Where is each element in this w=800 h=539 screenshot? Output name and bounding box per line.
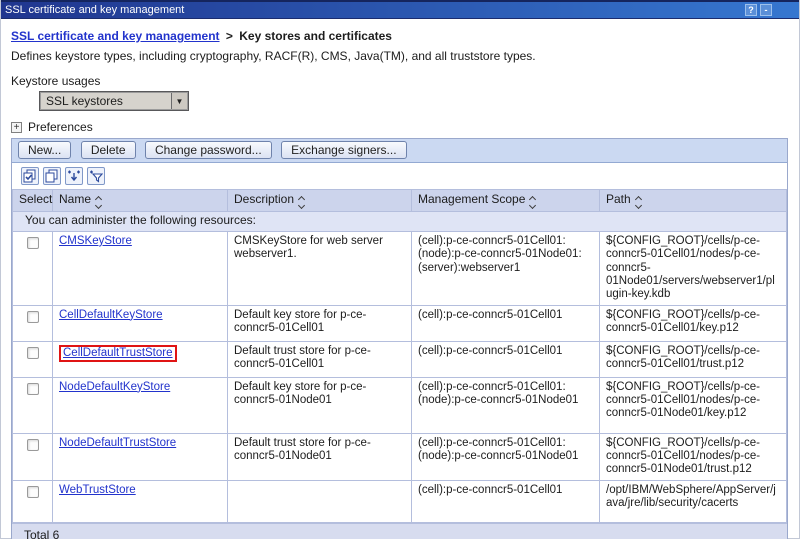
- cell-management-scope: (cell):p-ce-conncr5-01Cell01:(node):p-ce…: [412, 377, 600, 433]
- cell-path: ${CONFIG_ROOT}/cells/p-ce-conncr5-01Cell…: [600, 305, 787, 341]
- table-caption: You can administer the following resourc…: [13, 212, 787, 232]
- cell-description: [228, 480, 412, 522]
- cell-path: ${CONFIG_ROOT}/cells/p-ce-conncr5-01Cell…: [600, 433, 787, 480]
- row-checkbox[interactable]: [27, 439, 39, 451]
- table-icon-bar: [12, 163, 787, 189]
- table-total: Total 6: [12, 523, 787, 539]
- show-filter-icon[interactable]: [65, 167, 83, 185]
- cell-management-scope: (cell):p-ce-conncr5-01Cell01: [412, 341, 600, 377]
- breadcrumb: SSL certificate and key management > Key…: [11, 29, 799, 43]
- portlet-content: SSL certificate and key management > Key…: [1, 19, 799, 539]
- breadcrumb-link-ssl-management[interactable]: SSL certificate and key management: [11, 29, 220, 43]
- cell-description: Default trust store for p-ce-conncr5-01N…: [228, 433, 412, 480]
- row-checkbox[interactable]: [27, 237, 39, 249]
- column-header-select: Select: [13, 190, 53, 212]
- expand-icon[interactable]: +: [11, 122, 22, 133]
- table-caption-row: You can administer the following resourc…: [13, 212, 787, 232]
- cell-path: ${CONFIG_ROOT}/cells/p-ce-conncr5-01Cell…: [600, 231, 787, 305]
- table-row: CellDefaultKeyStore Default key store fo…: [13, 305, 787, 341]
- help-button[interactable]: ?: [745, 4, 757, 16]
- keystore-usages-label: Keystore usages: [11, 74, 799, 88]
- titlebar-buttons: ? -: [745, 4, 772, 16]
- sort-icon[interactable]: [299, 197, 304, 208]
- cell-description: Default key store for p-ce-conncr5-01Cel…: [228, 305, 412, 341]
- table-row: CellDefaultTrustStore Default trust stor…: [13, 341, 787, 377]
- row-checkbox[interactable]: [27, 486, 39, 498]
- row-checkbox[interactable]: [27, 311, 39, 323]
- table-row: NodeDefaultKeyStore Default key store fo…: [13, 377, 787, 433]
- delete-button[interactable]: Delete: [81, 141, 136, 159]
- keystore-table-block: New... Delete Change password... Exchang…: [11, 138, 788, 539]
- column-header-name: Name: [53, 190, 228, 212]
- keystore-link-celldefaulttruststore-highlighted[interactable]: CellDefaultTrustStore: [59, 345, 177, 362]
- keystore-link-webtruststore[interactable]: WebTrustStore: [59, 484, 136, 496]
- change-password-button[interactable]: Change password...: [145, 141, 272, 159]
- column-header-description: Description: [228, 190, 412, 212]
- exchange-signers-button[interactable]: Exchange signers...: [281, 141, 406, 159]
- row-checkbox[interactable]: [27, 383, 39, 395]
- portlet-window: SSL certificate and key management ? - S…: [0, 0, 800, 539]
- sort-icon[interactable]: [530, 197, 535, 208]
- cell-management-scope: (cell):p-ce-conncr5-01Cell01: [412, 305, 600, 341]
- action-button-bar: New... Delete Change password... Exchang…: [12, 139, 787, 163]
- hide-filter-icon[interactable]: [87, 167, 105, 185]
- keystore-usages-field: Keystore usages SSL keystores ▼: [11, 74, 799, 111]
- column-header-management-scope: Management Scope: [412, 190, 600, 212]
- column-header-path: Path: [600, 190, 787, 212]
- keystore-link-nodedefaulttruststore[interactable]: NodeDefaultTrustStore: [59, 437, 176, 449]
- new-button[interactable]: New...: [18, 141, 71, 159]
- breadcrumb-separator: >: [226, 29, 233, 43]
- cell-description: Default trust store for p-ce-conncr5-01C…: [228, 341, 412, 377]
- table-row: WebTrustStore (cell):p-ce-conncr5-01Cell…: [13, 480, 787, 522]
- preferences-label: Preferences: [28, 120, 93, 134]
- keystore-usages-selected-value: SSL keystores: [46, 94, 123, 108]
- table-row: CMSKeyStore CMSKeyStore for web server w…: [13, 231, 787, 305]
- table-header-row: Select Name Description Management Scope…: [13, 190, 787, 212]
- dropdown-arrow-icon[interactable]: ▼: [171, 93, 187, 109]
- sort-icon[interactable]: [636, 197, 641, 208]
- cell-management-scope: (cell):p-ce-conncr5-01Cell01:(node):p-ce…: [412, 433, 600, 480]
- window-titlebar: SSL certificate and key management ? -: [1, 0, 799, 19]
- page-description: Defines keystore types, including crypto…: [11, 49, 799, 63]
- deselect-all-icon[interactable]: [43, 167, 61, 185]
- row-checkbox[interactable]: [27, 347, 39, 359]
- table-row: NodeDefaultTrustStore Default trust stor…: [13, 433, 787, 480]
- cell-path: ${CONFIG_ROOT}/cells/p-ce-conncr5-01Cell…: [600, 377, 787, 433]
- keystore-link-nodedefaultkeystore[interactable]: NodeDefaultKeyStore: [59, 381, 170, 393]
- cell-management-scope: (cell):p-ce-conncr5-01Cell01:(node):p-ce…: [412, 231, 600, 305]
- keystores-table: Select Name Description Management Scope…: [12, 189, 787, 523]
- page-title: Key stores and certificates: [239, 29, 392, 43]
- cell-path: ${CONFIG_ROOT}/cells/p-ce-conncr5-01Cell…: [600, 341, 787, 377]
- select-all-icon[interactable]: [21, 167, 39, 185]
- keystore-link-cmskeystore[interactable]: CMSKeyStore: [59, 235, 132, 247]
- keystore-usages-select[interactable]: SSL keystores ▼: [39, 91, 189, 111]
- cell-description: Default key store for p-ce-conncr5-01Nod…: [228, 377, 412, 433]
- cell-management-scope: (cell):p-ce-conncr5-01Cell01: [412, 480, 600, 522]
- window-title: SSL certificate and key management: [5, 4, 184, 16]
- cell-description: CMSKeyStore for web server webserver1.: [228, 231, 412, 305]
- cell-path: /opt/IBM/WebSphere/AppServer/java/jre/li…: [600, 480, 787, 522]
- sort-icon[interactable]: [96, 197, 101, 208]
- preferences-toggle[interactable]: + Preferences: [11, 120, 799, 134]
- keystore-link-celldefaultkeystore[interactable]: CellDefaultKeyStore: [59, 309, 163, 321]
- minimize-button[interactable]: -: [760, 4, 772, 16]
